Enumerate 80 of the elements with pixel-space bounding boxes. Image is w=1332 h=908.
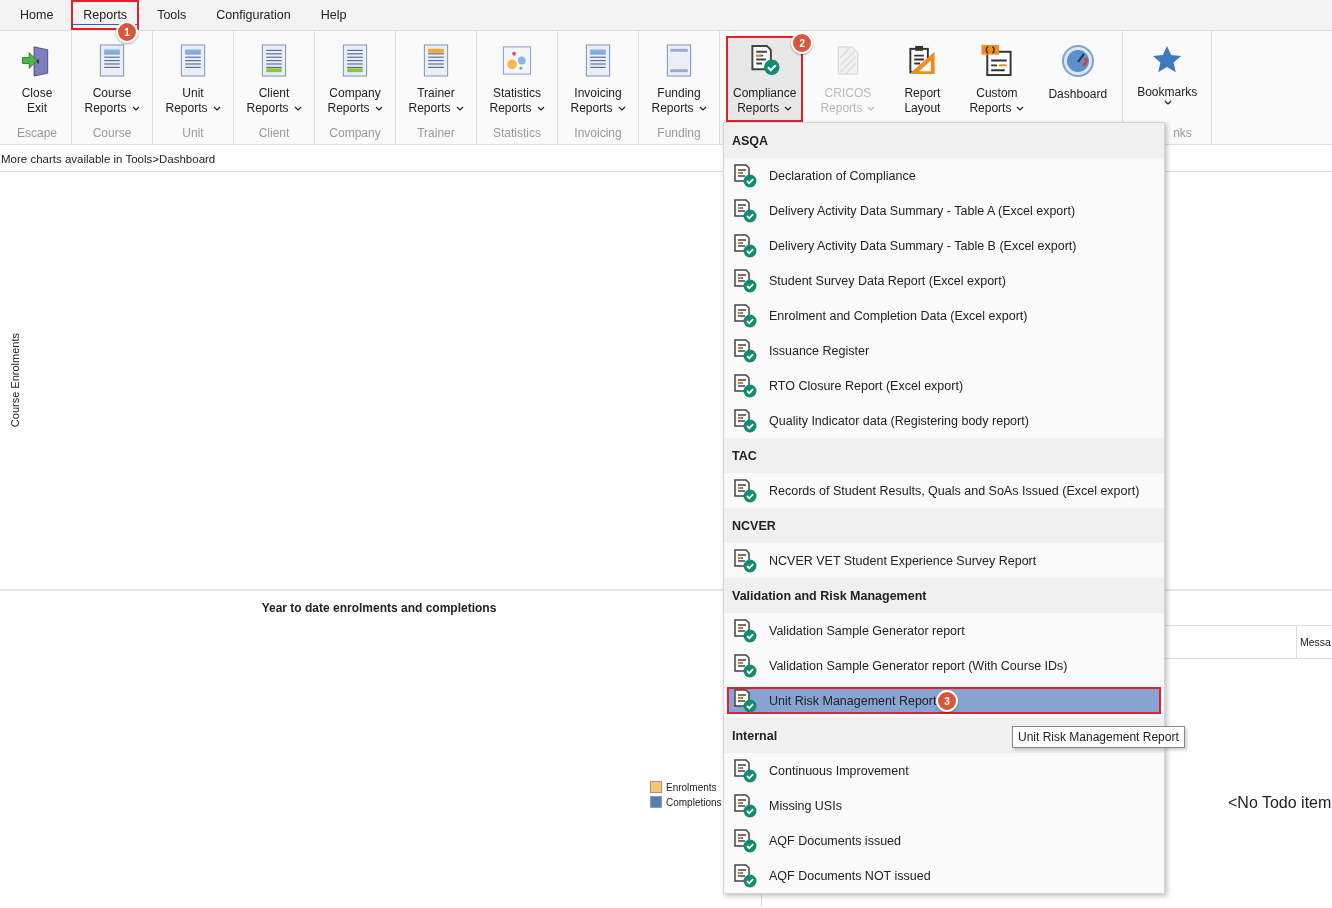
empty-message: <No Todo item bbox=[1228, 794, 1332, 812]
menu-item[interactable]: Validation Sample Generator report (With Course IDs) bbox=[727, 652, 1161, 679]
group-label: Invoicing bbox=[573, 125, 623, 142]
document-icon bbox=[97, 44, 127, 77]
menu-item[interactable]: Issuance Register bbox=[727, 337, 1161, 364]
ribbon-button[interactable]: Trainer Reports bbox=[401, 36, 471, 122]
menu-item[interactable]: AQF Documents issued bbox=[727, 827, 1161, 854]
menu-item[interactable]: Delivery Activity Data Summary - Table B (Excel export) bbox=[727, 232, 1161, 259]
code-document-icon bbox=[978, 44, 1015, 77]
menu-item[interactable]: AQF Documents NOT issued bbox=[727, 862, 1161, 889]
menu-item[interactable]: Delivery Activity Data Summary - Table A (Excel export) bbox=[727, 197, 1161, 224]
report-check-icon bbox=[733, 828, 757, 853]
menu-tab[interactable]: Home bbox=[8, 0, 66, 30]
group-label: Client bbox=[257, 125, 291, 142]
section-header: NCVER bbox=[724, 508, 1164, 543]
group-label: nks bbox=[1172, 125, 1193, 142]
menu-item[interactable]: Continuous Improvement bbox=[727, 757, 1161, 784]
report-check-icon bbox=[733, 303, 757, 328]
report-check-icon bbox=[733, 338, 757, 363]
callout-badge: 1 bbox=[116, 21, 138, 43]
menu-item[interactable]: Student Survey Data Report (Excel export) bbox=[727, 267, 1161, 294]
group-label: Trainer bbox=[416, 125, 456, 142]
report-check-icon bbox=[733, 548, 757, 573]
document-icon bbox=[583, 44, 613, 77]
tooltip: Unit Risk Management Report bbox=[1012, 726, 1185, 748]
legend-label: Enrolments bbox=[666, 781, 717, 793]
menu-tab[interactable]: Help bbox=[308, 0, 359, 30]
callout-badge: 2 bbox=[791, 32, 814, 54]
ribbon-button[interactable]: Statistics Reports bbox=[482, 36, 552, 122]
report-check-icon bbox=[733, 198, 757, 223]
report-check-icon bbox=[733, 793, 757, 818]
group-label: Company bbox=[328, 125, 382, 142]
report-check-icon bbox=[733, 688, 757, 713]
axis-label: Course Enrolments bbox=[9, 333, 21, 428]
document-icon bbox=[340, 44, 370, 77]
report-check-icon bbox=[733, 163, 757, 188]
column-header: Messa bbox=[1296, 626, 1332, 658]
report-check-icon bbox=[733, 863, 757, 888]
menu-item[interactable]: Missing USIs bbox=[727, 792, 1161, 819]
group-label: Course bbox=[91, 125, 133, 142]
section-header: Validation and Risk Management bbox=[724, 578, 1164, 613]
group-label: Funding bbox=[656, 125, 702, 142]
report-check-icon bbox=[733, 233, 757, 258]
document-icon bbox=[421, 44, 451, 77]
menu-item[interactable]: Validation Sample Generator report bbox=[727, 617, 1161, 644]
ribbon-button[interactable]: Bookmarks bbox=[1130, 36, 1205, 122]
ribbon-button[interactable]: Client Reports bbox=[239, 36, 309, 122]
report-check-icon bbox=[733, 408, 757, 433]
ribbon-button[interactable]: Close Exit bbox=[7, 36, 67, 122]
ribbon-button[interactable]: Invoicing Reports bbox=[563, 36, 633, 122]
chart-bubbles-icon bbox=[500, 44, 534, 77]
menu-item[interactable]: RTO Closure Report (Excel export) bbox=[727, 372, 1161, 399]
report-check-icon bbox=[733, 653, 757, 678]
menu-tab[interactable]: Configuration bbox=[204, 0, 303, 30]
group-label: Unit bbox=[181, 125, 205, 142]
section-header: ASQA bbox=[724, 123, 1164, 158]
ribbon-button[interactable]: Funding Reports bbox=[644, 36, 714, 122]
document-icon bbox=[664, 44, 694, 77]
ribbon-button[interactable]: Custom Reports bbox=[962, 36, 1032, 122]
report-check-icon bbox=[733, 373, 757, 398]
document-icon bbox=[259, 44, 289, 77]
menu-item[interactable]: Quality Indicator data (Registering body report) bbox=[727, 407, 1161, 434]
menu-item[interactable]: Records of Student Results, Quals and SoAs Issued (Excel export) bbox=[727, 477, 1161, 504]
section-header: TAC bbox=[724, 438, 1164, 473]
ribbon-button[interactable]: Company Reports bbox=[320, 36, 390, 122]
menu-tab[interactable]: Tools bbox=[145, 0, 199, 30]
legend-label: Completions bbox=[666, 796, 722, 808]
gauge-icon bbox=[1060, 44, 1095, 78]
group-label: Statistics bbox=[492, 125, 542, 142]
ribbon-button[interactable]: Report Layout bbox=[892, 36, 953, 122]
group-label: Escape bbox=[16, 125, 58, 142]
menu-item[interactable]: Enrolment and Completion Data (Excel export) bbox=[727, 302, 1161, 329]
ribbon-button[interactable]: Unit Reports bbox=[158, 36, 228, 122]
document-icon bbox=[178, 44, 208, 77]
report-check-icon bbox=[733, 618, 757, 643]
report-check-icon bbox=[733, 478, 757, 503]
ribbon-button[interactable]: Dashboard bbox=[1041, 36, 1115, 122]
menu-item[interactable]: NCVER VET Student Experience Survey Report bbox=[727, 547, 1161, 574]
report-check-icon bbox=[733, 268, 757, 293]
report-check-icon bbox=[733, 758, 757, 783]
